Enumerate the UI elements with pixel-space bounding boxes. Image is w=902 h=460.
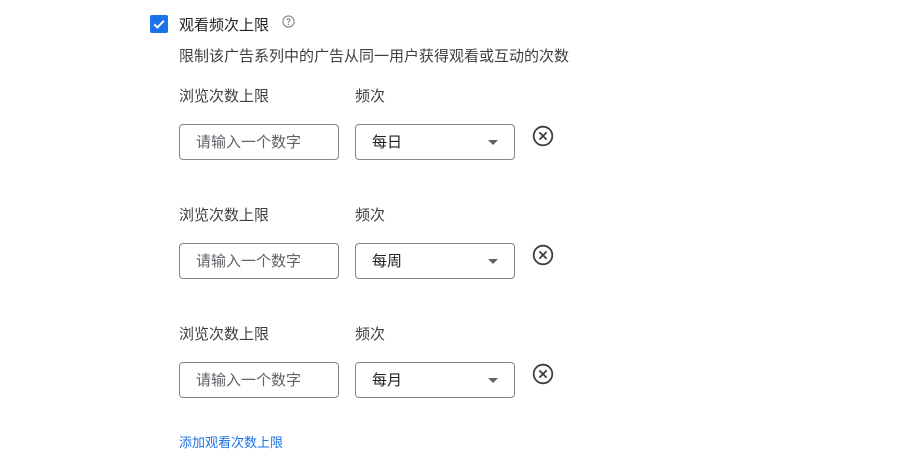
frequency-label: 频次 bbox=[355, 87, 386, 105]
frequency-label: 频次 bbox=[355, 206, 386, 224]
frequency-select-value: 每日 bbox=[372, 133, 403, 151]
add-views-cap-link[interactable]: 添加观看次数上限 bbox=[179, 434, 283, 454]
caret-down-icon bbox=[488, 140, 498, 145]
frequency-select-value: 每周 bbox=[372, 252, 403, 270]
views-cap-input[interactable] bbox=[179, 362, 339, 398]
frequency-label: 频次 bbox=[355, 325, 386, 343]
caret-down-icon bbox=[488, 378, 498, 383]
frequency-select[interactable]: 每月 bbox=[355, 362, 515, 398]
views-cap-label: 浏览次数上限 bbox=[179, 325, 270, 343]
frequency-select-value: 每月 bbox=[372, 371, 403, 389]
views-cap-input[interactable] bbox=[179, 243, 339, 279]
section-title: 观看频次上限 bbox=[179, 16, 270, 34]
help-circle-icon[interactable] bbox=[282, 15, 295, 28]
views-cap-label: 浏览次数上限 bbox=[179, 87, 270, 105]
remove-circle-icon[interactable] bbox=[532, 125, 554, 147]
section-description: 限制该广告系列中的广告从同一用户获得观看或互动的次数 bbox=[179, 47, 570, 65]
frequency-cap-checkbox[interactable] bbox=[150, 15, 168, 33]
checkmark-icon bbox=[153, 20, 165, 29]
remove-circle-icon[interactable] bbox=[532, 244, 554, 266]
views-cap-input[interactable] bbox=[179, 124, 339, 160]
frequency-select[interactable]: 每日 bbox=[355, 124, 515, 160]
frequency-select[interactable]: 每周 bbox=[355, 243, 515, 279]
views-cap-label: 浏览次数上限 bbox=[179, 206, 270, 224]
caret-down-icon bbox=[488, 259, 498, 264]
remove-circle-icon[interactable] bbox=[532, 363, 554, 385]
